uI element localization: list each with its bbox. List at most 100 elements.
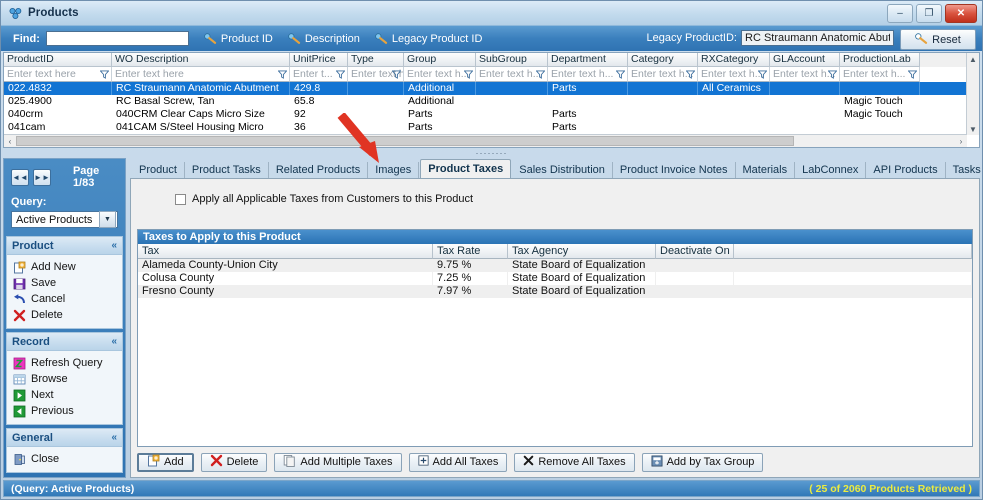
find-option-legacy-product-id[interactable]: Legacy Product ID bbox=[375, 33, 482, 45]
grid-column-header[interactable]: ProductionLab bbox=[840, 53, 920, 67]
funnel-icon[interactable] bbox=[827, 69, 838, 81]
apply-taxes-checkbox[interactable] bbox=[175, 193, 186, 205]
scrollbar-thumb[interactable] bbox=[16, 136, 794, 146]
table-row[interactable]: 022.4832 RC Straumann Anatomic Abutment 42… bbox=[4, 82, 979, 95]
grid-column-header[interactable]: GLAccount bbox=[770, 53, 840, 67]
funnel-icon[interactable] bbox=[99, 69, 110, 81]
taxes-column-header[interactable] bbox=[734, 244, 972, 259]
scroll-down-icon[interactable]: ▼ bbox=[967, 123, 979, 135]
grid-column-header[interactable]: WO Description bbox=[112, 53, 290, 67]
tab-sales-distribution[interactable]: Sales Distribution bbox=[512, 162, 613, 178]
remove-all-taxes-button[interactable]: Remove All Taxes bbox=[514, 452, 635, 472]
grid-filter-input[interactable]: Enter text h... bbox=[348, 67, 404, 82]
tab-api-products[interactable]: API Products bbox=[866, 162, 946, 178]
tab-related-products[interactable]: Related Products bbox=[269, 162, 369, 178]
maximize-button[interactable]: ❐ bbox=[916, 4, 942, 23]
chevron-up-icon[interactable]: « bbox=[111, 240, 117, 251]
grid-column-header[interactable]: ProductID bbox=[4, 53, 112, 67]
grid-filter-input[interactable]: Enter t... bbox=[290, 67, 348, 82]
grid-horizontal-scrollbar[interactable]: ‹ › bbox=[4, 134, 967, 147]
reset-button[interactable]: Reset bbox=[900, 29, 976, 50]
sidebar-panel-header[interactable]: Product « bbox=[7, 237, 122, 255]
grid-filter-input[interactable]: Enter text h... bbox=[404, 67, 476, 82]
add-button[interactable]: Add bbox=[137, 452, 194, 472]
tab-strip[interactable]: Product Product Tasks Related Products Imag… bbox=[130, 158, 983, 179]
grid-filter-input[interactable]: Enter text h... bbox=[698, 67, 770, 82]
table-row[interactable]: 025.4900 RC Basal Screw, Tan 65.8 Additiona… bbox=[4, 95, 979, 108]
taxes-column-header[interactable]: Tax Agency bbox=[508, 244, 656, 259]
products-grid[interactable]: ProductID WO Description UnitPrice Type Grou… bbox=[3, 52, 980, 148]
splitter-handle[interactable]: ········ bbox=[1, 148, 982, 158]
close-button[interactable]: ✕ bbox=[945, 4, 977, 23]
sidebar-item-delete[interactable]: Delete bbox=[12, 307, 118, 323]
taxes-column-header[interactable]: Tax Rate bbox=[433, 244, 508, 259]
find-option-product-id[interactable]: Product ID bbox=[204, 33, 273, 45]
sidebar-panel-header[interactable]: General « bbox=[7, 429, 122, 447]
grid-column-header[interactable]: UnitPrice bbox=[290, 53, 348, 67]
funnel-icon[interactable] bbox=[685, 69, 696, 81]
tab-images[interactable]: Images bbox=[368, 162, 420, 178]
tab-product[interactable]: Product bbox=[132, 162, 185, 178]
tab-product-invoice-notes[interactable]: Product Invoice Notes bbox=[613, 162, 736, 178]
tab-labconnex[interactable]: LabConnex bbox=[795, 162, 867, 178]
scroll-left-icon[interactable]: ‹ bbox=[4, 137, 16, 146]
sidebar-item-close[interactable]: Close bbox=[12, 451, 118, 467]
grid-filter-row[interactable]: Enter text here Enter text here Enter t...… bbox=[4, 67, 979, 82]
chevron-up-icon[interactable]: « bbox=[111, 336, 117, 347]
sidebar-item-cancel[interactable]: Cancel bbox=[12, 291, 118, 307]
grid-filter-input[interactable]: Enter text h... bbox=[840, 67, 920, 82]
funnel-icon[interactable] bbox=[463, 69, 474, 81]
legacy-product-id-field[interactable] bbox=[741, 30, 894, 46]
funnel-icon[interactable] bbox=[615, 69, 626, 81]
sidebar-item-previous[interactable]: Previous bbox=[12, 403, 118, 419]
add-all-taxes-button[interactable]: Add All Taxes bbox=[408, 452, 508, 472]
funnel-icon[interactable] bbox=[907, 69, 918, 81]
sidebar-item-refresh-query[interactable]: Refresh Query bbox=[12, 355, 118, 371]
grid-vertical-scrollbar[interactable]: ▲ ▼ bbox=[966, 53, 979, 135]
query-select[interactable]: Active Products ▼ bbox=[11, 211, 118, 228]
grid-column-header[interactable]: RXCategory bbox=[698, 53, 770, 67]
tab-product-tasks[interactable]: Product Tasks bbox=[185, 162, 269, 178]
apply-taxes-row[interactable]: Apply all Applicable Taxes from Customer… bbox=[131, 179, 979, 205]
add-multiple-taxes-button[interactable]: Add Multiple Taxes bbox=[274, 452, 402, 472]
sidebar-item-add-new[interactable]: Add New bbox=[12, 259, 118, 275]
last-record-button[interactable]: ►► bbox=[32, 168, 51, 186]
search-input[interactable] bbox=[45, 31, 189, 46]
table-row[interactable]: Colusa County 7.25 % State Board of Equali… bbox=[138, 272, 972, 285]
chevron-down-icon[interactable]: ▼ bbox=[99, 211, 116, 228]
scroll-right-icon[interactable]: › bbox=[955, 137, 967, 146]
funnel-icon[interactable] bbox=[391, 69, 402, 81]
grid-column-header[interactable]: Type bbox=[348, 53, 404, 67]
grid-column-header[interactable]: Department bbox=[548, 53, 628, 67]
taxes-column-header[interactable]: Deactivate On bbox=[656, 244, 734, 259]
grid-filter-input[interactable]: Enter text here bbox=[4, 67, 112, 82]
funnel-icon[interactable] bbox=[277, 69, 288, 81]
tab-product-taxes[interactable]: Product Taxes bbox=[420, 159, 512, 179]
grid-filter-input[interactable]: Enter text h... bbox=[476, 67, 548, 82]
grid-filter-input[interactable]: Enter text h... bbox=[548, 67, 628, 82]
sidebar-item-save[interactable]: Save bbox=[12, 275, 118, 291]
sidebar-panel-header[interactable]: Record « bbox=[7, 333, 122, 351]
sidebar-item-browse[interactable]: Browse bbox=[12, 371, 118, 387]
sidebar-item-next[interactable]: Next bbox=[12, 387, 118, 403]
funnel-icon[interactable] bbox=[335, 69, 346, 81]
chevron-up-icon[interactable]: « bbox=[111, 432, 117, 443]
scroll-up-icon[interactable]: ▲ bbox=[967, 53, 979, 65]
grid-column-header[interactable]: Category bbox=[628, 53, 698, 67]
table-row[interactable]: 040crm 040CRM Clear Caps Micro Size 92 Part… bbox=[4, 108, 979, 121]
funnel-icon[interactable] bbox=[535, 69, 546, 81]
first-record-button[interactable]: ◄◄ bbox=[11, 168, 29, 186]
table-row[interactable]: Fresno County 7.97 % State Board of Equali… bbox=[138, 285, 972, 298]
grid-filter-input[interactable]: Enter text h... bbox=[770, 67, 840, 82]
grid-column-header[interactable]: SubGroup bbox=[476, 53, 548, 67]
find-option-description[interactable]: Description bbox=[288, 33, 360, 45]
grid-filter-input[interactable]: Enter text here bbox=[112, 67, 290, 82]
grid-column-header[interactable]: Group bbox=[404, 53, 476, 67]
tab-tasks-by-employees[interactable]: Tasks by Employees bbox=[946, 162, 983, 178]
tab-materials[interactable]: Materials bbox=[736, 162, 796, 178]
table-row[interactable]: Alameda County-Union City 9.75 % State Boa… bbox=[138, 259, 972, 272]
taxes-column-header[interactable]: Tax bbox=[138, 244, 433, 259]
taxes-grid[interactable]: Taxes to Apply to this Product Tax Tax Ra… bbox=[137, 229, 973, 447]
taxes-body[interactable]: Alameda County-Union City 9.75 % State Boa… bbox=[138, 259, 972, 446]
delete-button[interactable]: Delete bbox=[200, 452, 268, 472]
